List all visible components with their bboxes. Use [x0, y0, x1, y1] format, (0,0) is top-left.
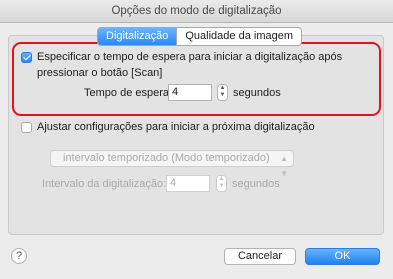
interval-input[interactable]: 4 [166, 175, 210, 192]
stepper-down-icon[interactable]: ▼ [219, 183, 225, 189]
cancel-button[interactable]: Cancelar [224, 248, 296, 265]
wait-time-input[interactable]: 4 [168, 84, 212, 101]
next-scan-label: Ajustar configurações para iniciar a pró… [37, 121, 315, 133]
chevron-up-down-icon: ▲ ▼ [280, 154, 288, 178]
next-scan-checkbox[interactable] [21, 122, 32, 133]
scan-wait-label-line2: pressionar o botão [Scan] [37, 67, 163, 79]
tab-digitalizacao[interactable]: Digitalização [98, 28, 177, 45]
interval-stepper[interactable]: ▲ ▼ [216, 175, 227, 192]
stepper-up-icon[interactable]: ▲ [220, 85, 226, 91]
scan-mode-value: intervalo temporizado (Modo temporizado) [63, 152, 270, 164]
window-title: Opções do modo de digitalização [0, 0, 393, 23]
ok-button[interactable]: OK [305, 248, 380, 265]
wait-time-stepper[interactable]: ▲ ▼ [217, 84, 228, 101]
scan-mode-select[interactable]: intervalo temporizado (Modo temporizado)… [50, 150, 294, 178]
tab-bar: Digitalização Qualidade da imagem [97, 27, 302, 46]
help-button[interactable]: ? [11, 248, 27, 264]
wait-time-label: Tempo de espera: [84, 87, 173, 99]
stepper-down-icon[interactable]: ▼ [220, 92, 226, 98]
scan-wait-label-line1: Especificar o tempo de espera para inici… [37, 51, 343, 63]
stepper-up-icon[interactable]: ▲ [219, 176, 225, 182]
tab-qualidade-da-imagem[interactable]: Qualidade da imagem [176, 28, 301, 45]
wait-time-unit: segundos [233, 87, 281, 99]
interval-label: Intervalo da digitalização: [42, 178, 167, 190]
interval-unit: segundos [232, 178, 280, 190]
scan-wait-checkbox[interactable] [21, 52, 32, 63]
